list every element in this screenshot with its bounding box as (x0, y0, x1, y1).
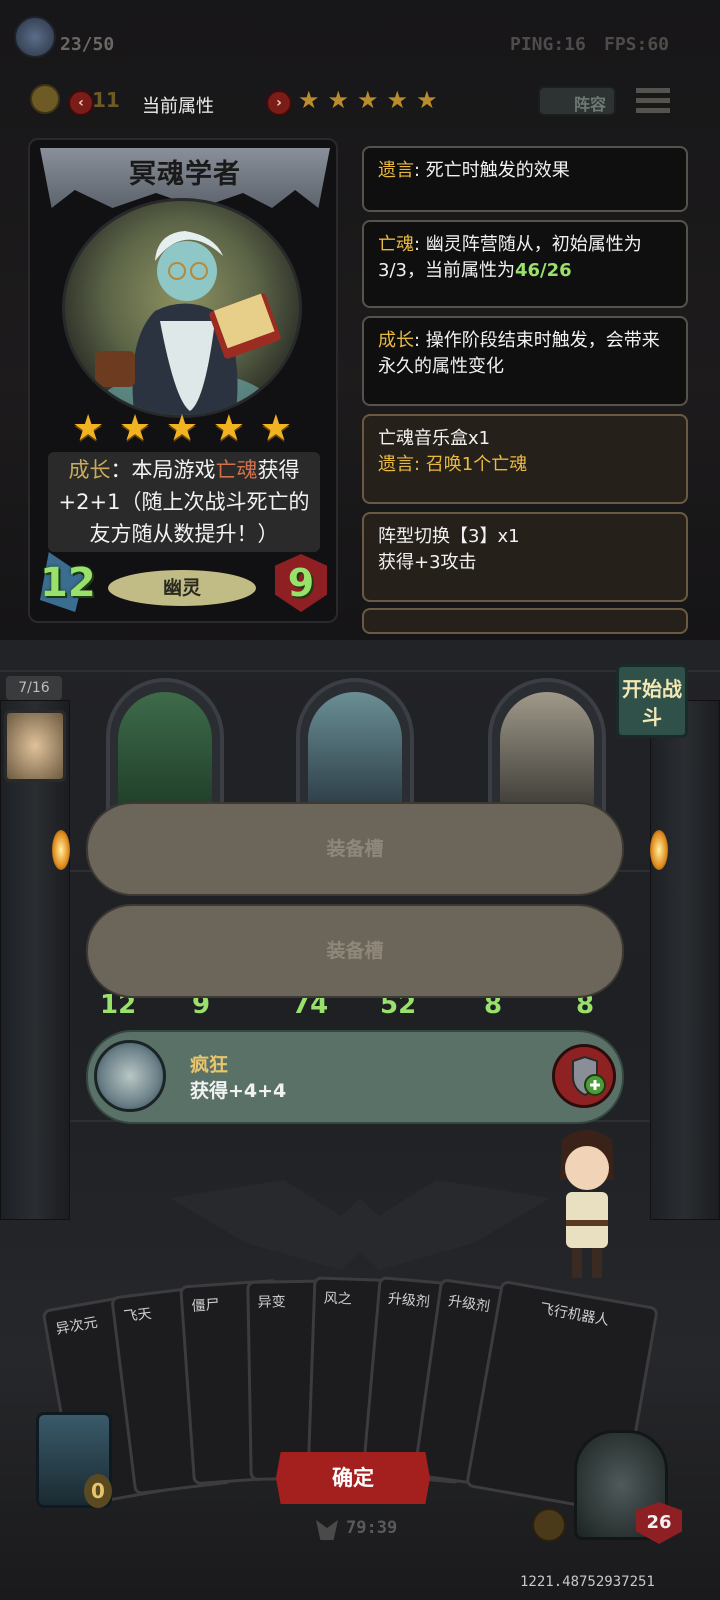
debug-readout: 1221.48752937251 (520, 1574, 655, 1590)
tooltip-text: : 死亡时触发的效果 (414, 160, 570, 181)
tooltip-growth: 成长: 操作阶段结束时触发，会带来永久的属性变化 (362, 316, 688, 406)
hand-card-title: 升级剂 (387, 1290, 431, 1311)
star-icon: ★ (416, 86, 438, 114)
tooltip-text: 获得+3攻击 (378, 552, 477, 573)
hand-card-title: 风之 (323, 1290, 353, 1308)
equipment-name: 疯狂 (190, 1054, 229, 1076)
tooltip-title: 亡魂音乐盒x1 (378, 428, 491, 449)
star-icon: ★ (386, 86, 409, 114)
attr-star-row: ★ ★ ★ ★ ★ (298, 86, 438, 114)
round-timer: 79:39 (346, 1518, 398, 1538)
star-icon: ★ (165, 408, 199, 449)
card-description: 成长：本局游戏亡魂获得+2+1（随上次战斗死亡的友方随从数提升！） (48, 452, 320, 552)
hand-card-title: 升级剂 (447, 1293, 491, 1316)
prev-arrow-button[interactable]: ‹ (68, 90, 94, 116)
attr-panel-title: 当前属性 (142, 96, 214, 117)
menu-icon[interactable] (636, 84, 670, 118)
hand-card-title: 异次元 (54, 1314, 99, 1338)
tooltip-key: 遗言 (378, 454, 414, 475)
lineup-button[interactable]: 阵容 (538, 86, 616, 116)
star-icon: ★ (298, 86, 320, 114)
tooltip-more (362, 608, 688, 634)
round-counter: 7/16 (6, 676, 62, 700)
equipment-slot-2[interactable]: 装备槽 (86, 904, 624, 998)
next-arrow-button[interactable]: › (266, 90, 292, 116)
keyword-soul: 亡魂 (215, 458, 258, 482)
tooltip-deathrattle: 遗言: 死亡时触发的效果 (362, 146, 688, 212)
star-icon: ★ (259, 408, 292, 449)
card-star-row: ★ ★ ★ ★ ★ (72, 408, 292, 449)
gold-coin-icon (30, 84, 60, 114)
ping-readout: PING:16 (510, 34, 586, 55)
tooltip-formation: 阵型切换【3】x1 获得+3攻击 (362, 512, 688, 602)
tooltip-title: 阵型切换【3】x1 (378, 526, 520, 547)
tooltip-key: 亡魂 (378, 234, 414, 255)
desc-text: ：本局游戏 (110, 458, 216, 482)
tooltip-text: : 幽灵阵营随从，初始属性为3/3，当前属性为 (378, 234, 642, 281)
tooltip-text: : 召唤1个亡魂 (414, 454, 528, 475)
hand-card-title: 飞行机器人 (538, 1300, 611, 1329)
star-icon: ★ (118, 408, 152, 449)
equipment-slot-1[interactable]: 装备槽 (86, 802, 624, 896)
tooltip-text: : 操作阶段结束时触发，会带来永久的属性变化 (378, 330, 660, 377)
board-minion-2[interactable] (296, 678, 414, 818)
card-tribe: 幽灵 (108, 570, 256, 606)
hand-card-title: 异变 (257, 1294, 286, 1311)
shield-coin-icon (532, 1508, 566, 1542)
shield-plus-icon (572, 1055, 606, 1097)
confirm-button[interactable]: 确定 (276, 1452, 430, 1504)
capacity-counter: 23/50 (60, 34, 115, 55)
hero-character (544, 1120, 630, 1290)
keyword-growth: 成长 (68, 458, 111, 482)
opponent-avatar[interactable] (4, 710, 66, 782)
start-battle-button[interactable]: 开始战斗 (616, 664, 688, 738)
card-attack: 12 (40, 560, 96, 606)
fps-readout: FPS:60 (604, 34, 670, 55)
start-battle-label: 开始战斗 (622, 677, 682, 729)
torch-right-icon (650, 830, 668, 870)
tooltip-number: 46/26 (514, 260, 572, 281)
card-name: 冥魂学者 (129, 159, 241, 190)
board-minion-3[interactable] (488, 678, 606, 818)
hand-card-title: 僵尸 (191, 1296, 221, 1315)
tooltip-music-box: 亡魂音乐盒x1 遗言: 召唤1个亡魂 (362, 414, 688, 504)
lineup-label: 阵容 (574, 95, 607, 114)
star-icon: ★ (327, 86, 350, 114)
tooltip-soul: 亡魂: 幽灵阵营随从，初始属性为3/3，当前属性为46/26 (362, 220, 688, 308)
torch-left-icon (52, 830, 70, 870)
star-icon: ★ (357, 86, 379, 114)
star-icon: ★ (212, 408, 246, 449)
tooltip-key: 成长 (378, 330, 414, 351)
hand-card-title: 飞天 (122, 1305, 153, 1326)
star-icon: ★ (72, 408, 105, 449)
equipment-item[interactable] (86, 1030, 624, 1124)
gold-amount: 11 (92, 88, 120, 112)
tooltip-key: 遗言 (378, 160, 414, 181)
deck-count: 0 (84, 1474, 112, 1508)
board-minion-1[interactable] (106, 678, 224, 818)
card-portrait (62, 198, 302, 418)
equip-add-button[interactable] (552, 1044, 616, 1108)
player-avatar-icon[interactable] (14, 16, 56, 58)
equipment-desc: 获得+4+4 (190, 1080, 287, 1102)
madness-icon (94, 1040, 166, 1112)
